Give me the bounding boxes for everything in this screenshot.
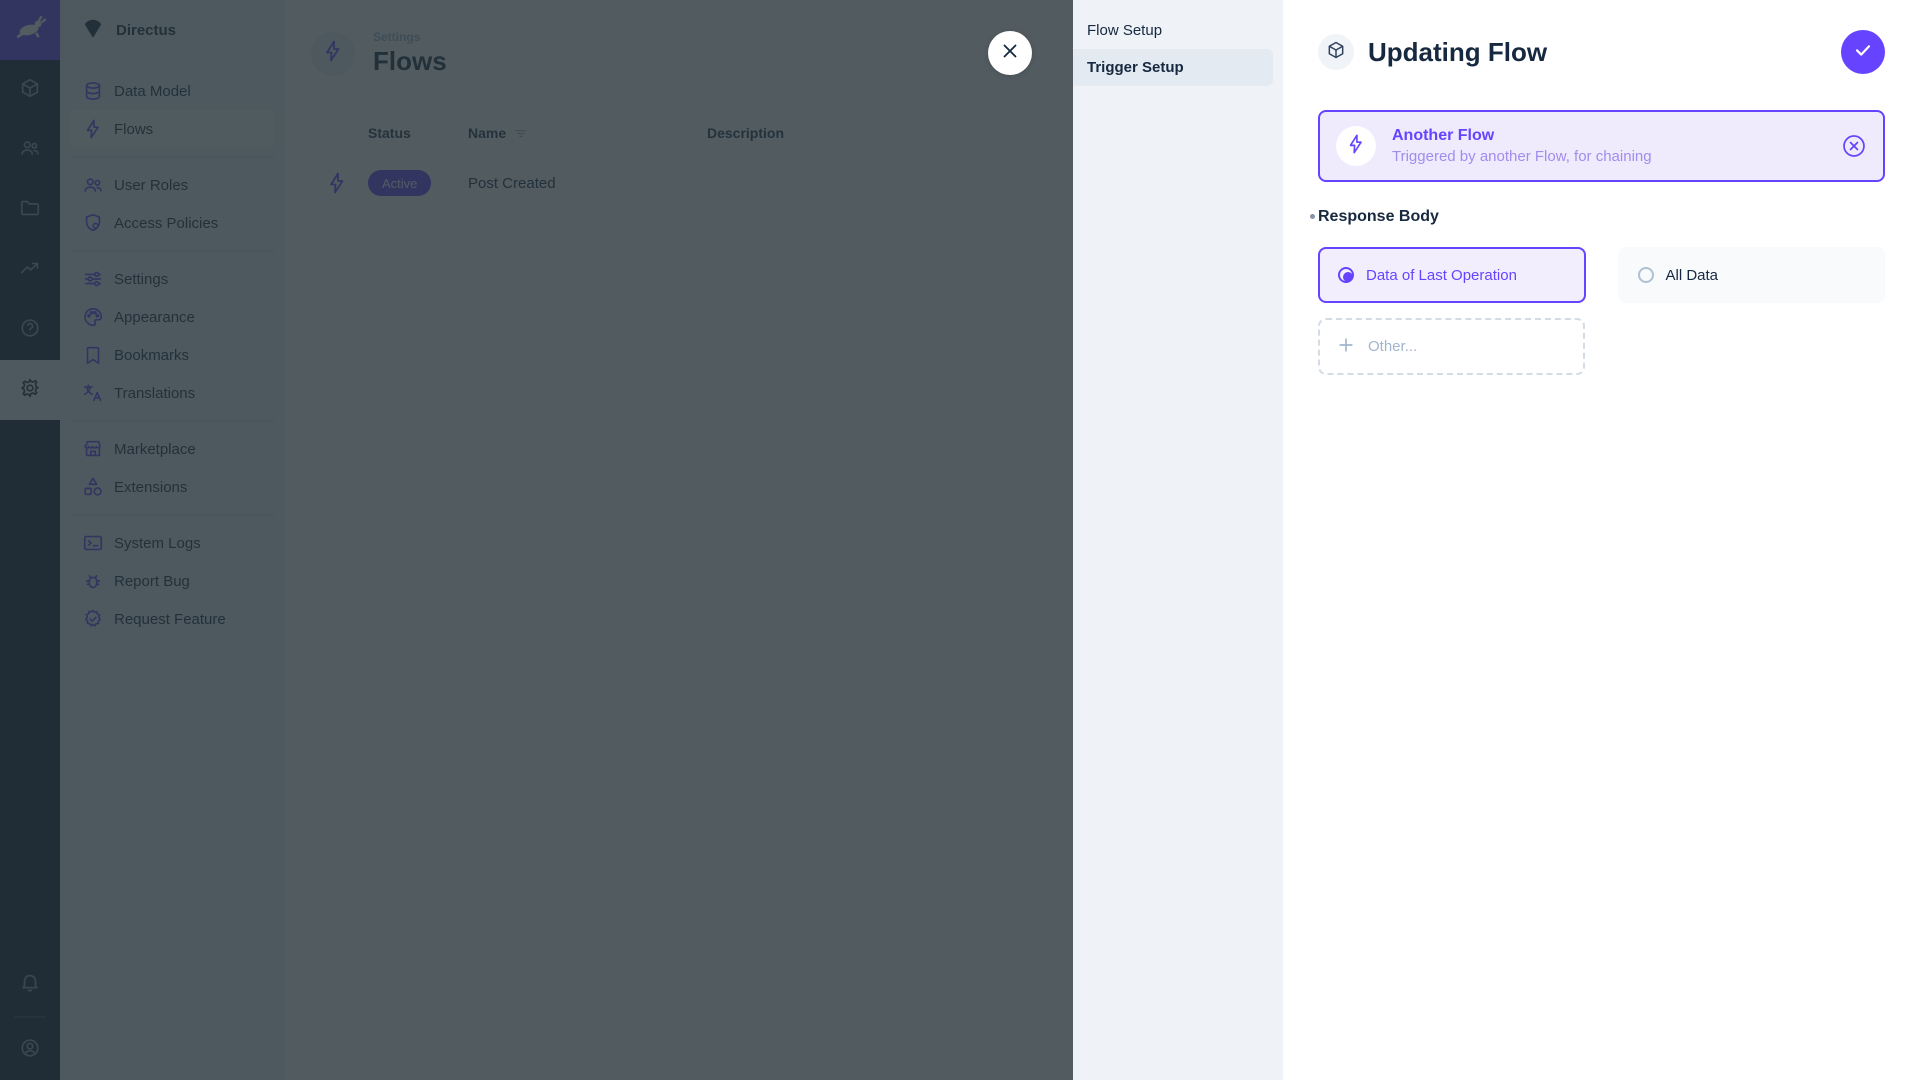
drawer-nav: Flow Setup Trigger Setup bbox=[1073, 0, 1283, 1080]
drawer-close-button[interactable] bbox=[988, 31, 1032, 75]
radio-label: Data of Last Operation bbox=[1366, 266, 1517, 284]
directus-app: Directus Data Model Flows User Roles Acc… bbox=[0, 0, 1920, 1080]
trigger-setup-drawer: Flow Setup Trigger Setup Updating Flow A… bbox=[1073, 0, 1920, 1080]
radio-data-of-last-operation[interactable]: Data of Last Operation bbox=[1318, 247, 1586, 303]
drawer-nav-trigger-setup[interactable]: Trigger Setup bbox=[1073, 49, 1273, 86]
close-icon bbox=[999, 40, 1021, 67]
trigger-type-card[interactable]: Another Flow Triggered by another Flow, … bbox=[1318, 110, 1885, 182]
drawer-overlay[interactable] bbox=[0, 0, 1073, 1080]
trigger-texts: Another Flow Triggered by another Flow, … bbox=[1392, 127, 1652, 165]
response-body-label: Response Body bbox=[1310, 208, 1439, 226]
drawer-nav-flow-setup[interactable]: Flow Setup bbox=[1073, 12, 1273, 49]
deselect-trigger-button[interactable] bbox=[1841, 133, 1867, 159]
check-icon bbox=[1852, 39, 1874, 66]
radio-label: All Data bbox=[1665, 266, 1719, 284]
radio-unselected-icon bbox=[1637, 267, 1654, 283]
trigger-subtitle: Triggered by another Flow, for chaining bbox=[1392, 148, 1652, 165]
plus-icon bbox=[1336, 335, 1356, 359]
response-body-options: Data of Last Operation All Data bbox=[1318, 247, 1885, 303]
trigger-title: Another Flow bbox=[1392, 127, 1495, 144]
radio-selected-icon bbox=[1338, 267, 1354, 283]
save-button[interactable] bbox=[1841, 30, 1885, 74]
other-option-button[interactable]: Other... bbox=[1318, 318, 1585, 375]
bolt-icon bbox=[1345, 133, 1367, 160]
required-dot bbox=[1310, 214, 1315, 219]
drawer-content: Updating Flow Another Flow Triggered by … bbox=[1283, 0, 1920, 1080]
drawer-header: Updating Flow bbox=[1318, 30, 1885, 74]
other-option-label: Other... bbox=[1368, 338, 1418, 355]
radio-all-data[interactable]: All Data bbox=[1617, 247, 1885, 303]
drawer-icon-circle bbox=[1318, 34, 1354, 70]
response-body-label-text: Response Body bbox=[1318, 208, 1439, 225]
drawer-title: Updating Flow bbox=[1368, 36, 1548, 67]
cube-icon bbox=[1326, 40, 1346, 65]
trigger-icon-circle bbox=[1336, 126, 1376, 166]
